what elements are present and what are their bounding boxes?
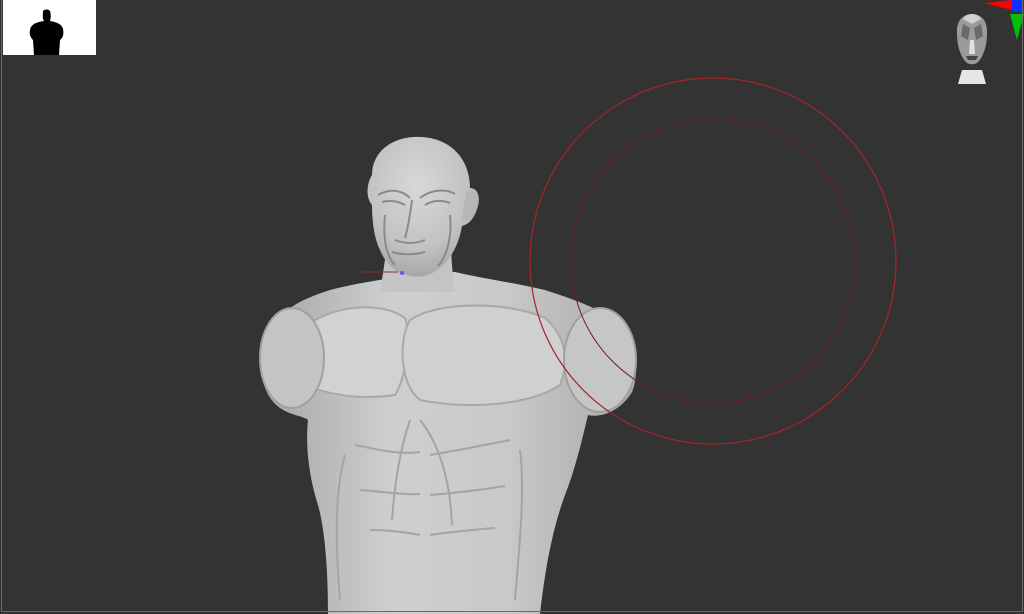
head — [367, 136, 479, 277]
right-pectoral — [401, 304, 566, 406]
left-shoulder — [259, 307, 325, 409]
axis-gizmo[interactable] — [982, 0, 1024, 42]
axis-arrows-icon — [984, 0, 1024, 40]
right-shoulder — [563, 307, 637, 413]
pivot-dot — [400, 271, 404, 275]
sculpted-bust-model[interactable] — [259, 136, 637, 614]
sculpt-viewport[interactable] — [0, 0, 1024, 614]
